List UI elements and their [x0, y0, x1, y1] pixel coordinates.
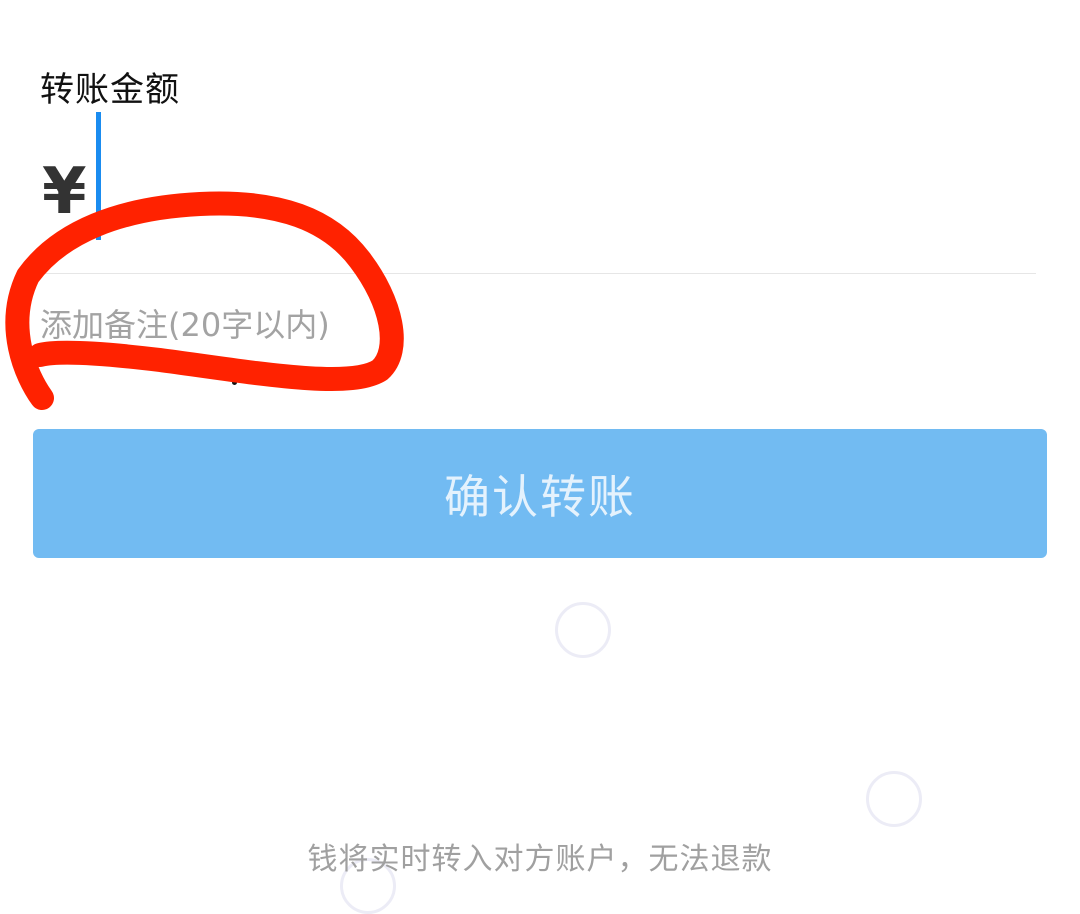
amount-input[interactable] — [104, 140, 1008, 242]
amount-label: 转账金额 — [40, 70, 180, 110]
divider — [40, 273, 1036, 274]
touch-indicator-circle — [555, 602, 611, 658]
stray-dot — [232, 380, 237, 385]
currency-symbol: ¥ — [42, 155, 87, 229]
text-cursor — [96, 112, 101, 240]
add-remark-link[interactable]: 添加备注(20字以内) — [40, 300, 330, 346]
amount-input-row[interactable]: ¥ — [40, 110, 1036, 270]
touch-indicator-circle — [866, 771, 922, 827]
irreversible-notice: 钱将实时转入对方账户，无法退款 — [307, 842, 773, 877]
confirm-transfer-button[interactable]: 确认转账 — [33, 429, 1047, 558]
